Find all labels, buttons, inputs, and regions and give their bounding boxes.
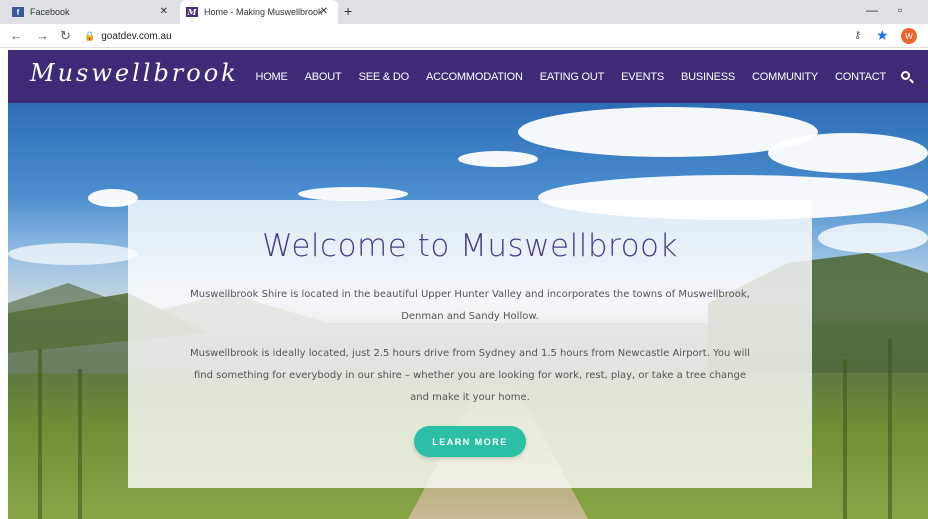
- vine-row: [78, 369, 82, 519]
- hero-banner: Welcome to Muswellbrook Muswellbrook Shi…: [8, 103, 928, 519]
- cloud: [298, 187, 408, 201]
- site-logo[interactable]: Muswellbrook: [30, 59, 239, 87]
- nav-home[interactable]: HOME: [255, 71, 287, 83]
- nav-contact[interactable]: CONTACT: [835, 71, 886, 83]
- tab-muswellbrook[interactable]: M Home - Making Muswellbrook ✕: [180, 0, 338, 24]
- search-icon[interactable]: [900, 70, 914, 84]
- learn-more-button[interactable]: LEARN MORE: [414, 426, 526, 457]
- tab-label: Facebook: [30, 7, 70, 17]
- nav-community[interactable]: COMMUNITY: [752, 71, 818, 83]
- muswellbrook-icon: M: [186, 7, 198, 17]
- nav-accommodation[interactable]: ACCOMMODATION: [426, 71, 523, 83]
- tab-label: Home - Making Muswellbrook: [204, 7, 323, 17]
- nav-about[interactable]: ABOUT: [305, 71, 342, 83]
- vine-row: [888, 339, 892, 519]
- site-header: Muswellbrook HOME ABOUT SEE & DO ACCOMMO…: [8, 50, 928, 103]
- nav-business[interactable]: BUSINESS: [681, 71, 735, 83]
- vine-row: [843, 359, 847, 519]
- location-paragraph: Muswellbrook is ideally located, just 2.…: [190, 348, 750, 403]
- facebook-icon: f: [12, 7, 24, 17]
- url-field[interactable]: 🔒 goatdev.com.au: [84, 27, 844, 45]
- close-icon[interactable]: ✕: [160, 6, 168, 17]
- forward-button[interactable]: →: [36, 28, 49, 43]
- nav-eating-out[interactable]: EATING OUT: [540, 71, 605, 83]
- address-bar: ← → ↻ 🔒 goatdev.com.au ⚷ ★ W: [0, 24, 928, 48]
- nav-see-and-do[interactable]: SEE & DO: [359, 71, 410, 83]
- page-title: Welcome to Muswellbrook: [262, 228, 678, 264]
- tab-facebook[interactable]: f Facebook ✕: [8, 0, 178, 24]
- browser-tab-strip: f Facebook ✕ M Home - Making Muswellbroo…: [0, 0, 928, 24]
- reload-button[interactable]: ↻: [60, 28, 71, 44]
- close-icon[interactable]: ✕: [320, 6, 328, 17]
- url-text: goatdev.com.au: [101, 30, 172, 42]
- new-tab-button[interactable]: +: [344, 3, 352, 19]
- main-nav: HOME ABOUT SEE & DO ACCOMMODATION EATING…: [238, 50, 914, 103]
- profile-avatar[interactable]: W: [901, 28, 917, 44]
- nav-events[interactable]: EVENTS: [621, 71, 664, 83]
- restore-button[interactable]: ▫: [898, 3, 902, 17]
- key-icon[interactable]: ⚷: [854, 30, 861, 41]
- bookmark-star-icon[interactable]: ★: [876, 27, 889, 44]
- welcome-panel: Welcome to Muswellbrook Muswellbrook Shi…: [128, 200, 812, 488]
- cloud: [458, 151, 538, 167]
- back-button[interactable]: ←: [10, 28, 23, 43]
- intro-paragraph: Muswellbrook Shire is located in the bea…: [190, 289, 750, 322]
- lock-icon: 🔒: [84, 30, 96, 41]
- minimize-button[interactable]: —: [866, 3, 878, 17]
- cloud: [768, 133, 928, 173]
- vine-row: [38, 349, 42, 519]
